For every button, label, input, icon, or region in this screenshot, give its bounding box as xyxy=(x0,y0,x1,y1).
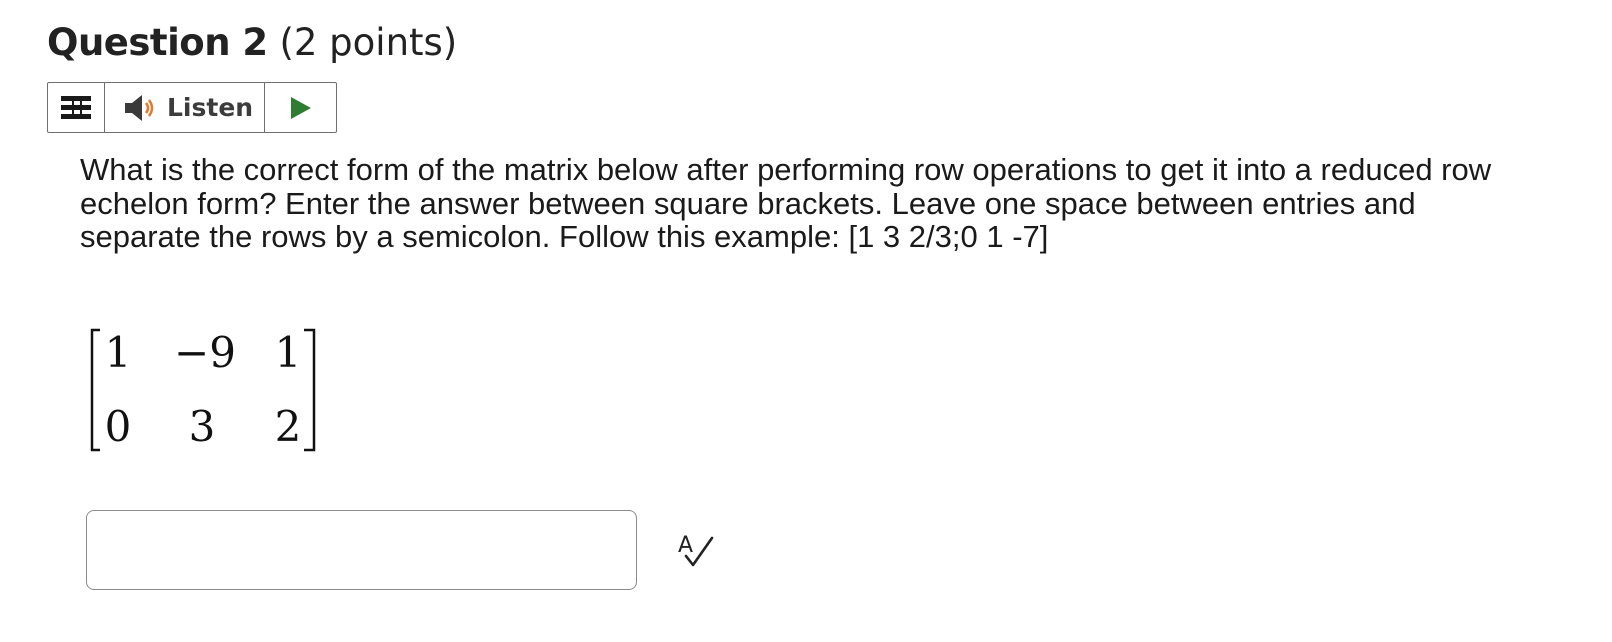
listen-toolbar: Listen xyxy=(47,82,337,133)
question-header: Question 2 (2 points) xyxy=(47,18,457,68)
matrix-cell: 2 xyxy=(274,402,302,451)
listen-menu-button[interactable] xyxy=(48,83,105,132)
play-icon xyxy=(290,96,311,119)
spell-check-icon[interactable]: A xyxy=(676,530,716,570)
matrix-cell: 1 xyxy=(274,328,302,377)
matrix: 1 −9 1 0 3 2 xyxy=(88,326,320,454)
question-prompt: What is the correct form of the matrix b… xyxy=(80,152,1492,254)
answer-input[interactable] xyxy=(86,510,637,590)
question-title: Question 2 xyxy=(47,21,268,64)
play-button[interactable] xyxy=(265,83,336,132)
matrix-cell: 3 xyxy=(188,402,216,451)
matrix-cell: −9 xyxy=(174,328,236,377)
listen-button[interactable]: Listen xyxy=(105,83,265,132)
hamburger-menu-icon xyxy=(61,95,91,119)
question-points: (2 points) xyxy=(279,21,458,64)
svg-text:A: A xyxy=(678,533,693,558)
listen-label: Listen xyxy=(167,93,254,122)
speaker-icon xyxy=(125,94,154,121)
matrix-cell: 0 xyxy=(104,402,132,451)
matrix-cell: 1 xyxy=(104,328,132,377)
